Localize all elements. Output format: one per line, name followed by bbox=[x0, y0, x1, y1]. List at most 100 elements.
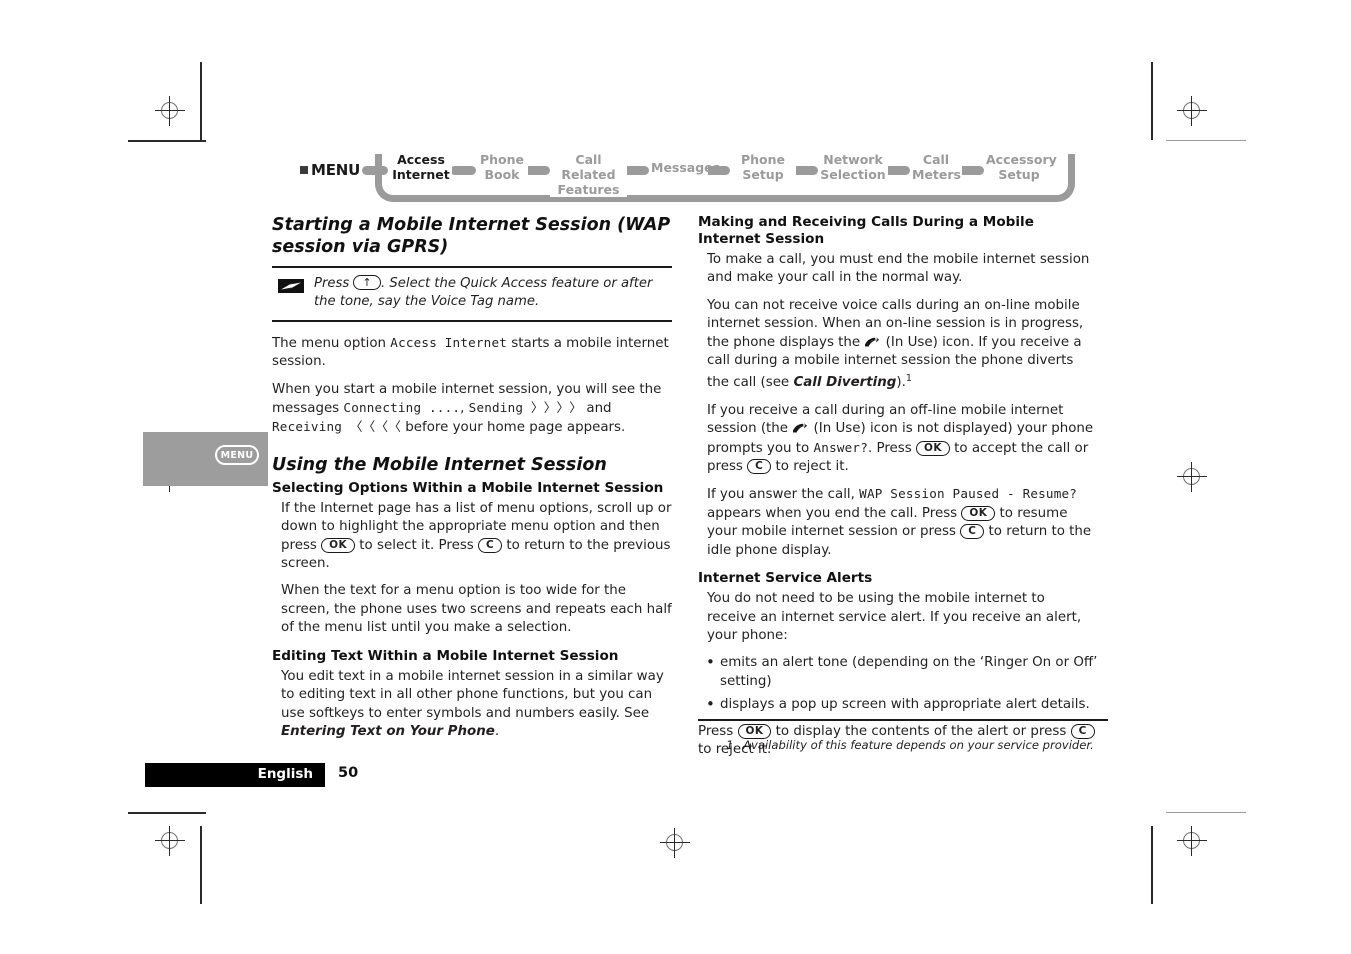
note-text: Press ↑. Select the Quick Access feature… bbox=[314, 275, 672, 312]
alert-behaviour-list: emits an alert tone (depending on the ‘R… bbox=[698, 653, 1098, 714]
screen-text-wap-session-paused: WAP Session Paused - Resume? bbox=[859, 486, 1078, 502]
key-clear[interactable]: C bbox=[960, 524, 985, 540]
right-column: Making and Receiving Calls During a Mobi… bbox=[698, 214, 1098, 768]
menu-crumb-line2: Selection bbox=[820, 167, 886, 182]
key-clear[interactable]: C bbox=[747, 459, 772, 475]
menu-crumb-accessory-setup[interactable]: Accessory Setup bbox=[984, 152, 1057, 182]
crossref-call-diverting: Call Diverting bbox=[793, 375, 897, 391]
footer-language-bar: English bbox=[145, 763, 325, 787]
para-text-b: to select it. Press bbox=[355, 537, 479, 553]
subheading-editing-text: Editing Text Within a Mobile Internet Se… bbox=[272, 647, 619, 664]
heading-starting-session: Starting a Mobile Internet Session (WAP … bbox=[272, 215, 671, 257]
screen-text-connecting: Connecting .... bbox=[343, 400, 461, 416]
menu-crumb-line1: Network bbox=[823, 152, 883, 167]
registration-mark-bottom-center bbox=[660, 828, 690, 858]
crop-line-top-right-horizontal bbox=[1166, 140, 1246, 142]
menu-crumb-line2: Setup bbox=[998, 167, 1040, 182]
crop-line-bottom-right-horizontal bbox=[1166, 812, 1246, 814]
para-online-session: You can not receive voice calls during a… bbox=[707, 297, 1098, 393]
para-text-c: ). bbox=[896, 375, 906, 391]
crop-line-top-right-vertical bbox=[1151, 62, 1153, 140]
side-tab-menu: MENU bbox=[143, 432, 268, 486]
note-box: Press ↑. Select the Quick Access feature… bbox=[272, 266, 672, 322]
menu-crumb-line1: Messages bbox=[651, 160, 721, 175]
key-ok[interactable]: OK bbox=[961, 505, 996, 521]
key-ok[interactable]: OK bbox=[321, 537, 356, 553]
registration-mark-top-left bbox=[155, 96, 185, 126]
footnote-marker: 1 bbox=[905, 373, 912, 385]
registration-mark-top-right bbox=[1177, 96, 1207, 126]
voice-note-icon bbox=[278, 279, 304, 293]
menu-crumb-line1: Access bbox=[397, 152, 445, 167]
menu-crumb-line1: Accessory bbox=[986, 152, 1057, 167]
screen-text-receiving: Receiving 〈〈〈〈 bbox=[272, 419, 401, 435]
key-up-arrow[interactable]: ↑ bbox=[353, 275, 382, 290]
menu-crumb-line2: Meters bbox=[912, 167, 961, 182]
menu-map-breadcrumb: MENU Access Internet Phone Book Call Rel… bbox=[300, 146, 1090, 202]
para-service-alerts-intro: You do not need to be using the mobile i… bbox=[707, 591, 1082, 643]
para-two-screens: When the text for a menu option is too w… bbox=[281, 583, 672, 636]
para-text-d: before your home page appears. bbox=[401, 420, 626, 436]
menu-crumb-line2: Setup bbox=[742, 167, 784, 182]
note-text-a: Press bbox=[314, 276, 354, 291]
footnote-number: 1. bbox=[726, 738, 738, 752]
para-session-messages: When you start a mobile internet session… bbox=[272, 381, 672, 438]
crossref-entering-text: Entering Text on Your Phone bbox=[281, 723, 495, 739]
key-clear[interactable]: C bbox=[1070, 723, 1095, 739]
menu-crumb-phone-book[interactable]: Phone Book bbox=[476, 152, 528, 182]
footer-language-label: English bbox=[257, 766, 313, 782]
para-text-b: . bbox=[494, 723, 500, 739]
para-selecting-options: If the Internet page has a list of menu … bbox=[281, 500, 672, 574]
menu-crumb-call-related-features[interactable]: Call Related Features bbox=[550, 152, 627, 197]
footnote-text: Availability of this feature depends on … bbox=[743, 738, 1094, 752]
menu-crumb-access-internet[interactable]: Access Internet bbox=[390, 152, 452, 182]
para-text-a: The menu option bbox=[272, 335, 391, 351]
crop-line-bottom-right-vertical bbox=[1151, 826, 1153, 904]
para-text-a: If you answer the call, bbox=[707, 487, 860, 503]
menu-crumb-line1: Phone bbox=[479, 152, 525, 167]
para-make-a-call: To make a call, you must end the mobile … bbox=[707, 252, 1090, 286]
menu-crumb-line2: Features bbox=[557, 182, 620, 197]
menu-bullet-icon bbox=[300, 166, 308, 174]
para-wap-session-paused: If you answer the call, WAP Session Paus… bbox=[707, 485, 1098, 560]
menu-map-root-label: MENU bbox=[311, 161, 361, 179]
screen-text-access-internet: Access Internet bbox=[390, 334, 508, 350]
crop-line-top-left-horizontal bbox=[128, 140, 206, 142]
screen-text-answer: Answer? bbox=[813, 439, 868, 455]
key-ok[interactable]: OK bbox=[737, 723, 772, 739]
menu-connector bbox=[450, 166, 476, 175]
key-ok[interactable]: OK bbox=[916, 440, 950, 456]
footnote-rule bbox=[698, 719, 1108, 721]
para-text-b: , bbox=[460, 401, 469, 417]
subheading-making-receiving-calls: Making and Receiving Calls During a Mobi… bbox=[698, 214, 1034, 247]
page-number: 50 bbox=[338, 765, 359, 781]
para-text-b: to display the contents of the alert or … bbox=[771, 723, 1071, 739]
left-column: Starting a Mobile Internet Session (WAP … bbox=[272, 214, 672, 750]
menu-crumb-line2: Book bbox=[484, 167, 520, 182]
menu-crumb-network-selection[interactable]: Network Selection bbox=[818, 152, 888, 182]
para-text-c: . Press bbox=[867, 440, 916, 456]
heading-using-session: Using the Mobile Internet Session bbox=[272, 454, 607, 475]
menu-crumb-line1: Phone bbox=[740, 152, 786, 167]
registration-mark-bottom-left bbox=[155, 826, 185, 856]
in-use-icon bbox=[865, 335, 880, 348]
para-text-a: You edit text in a mobile internet sessi… bbox=[281, 668, 664, 721]
menu-crumb-line1: Call bbox=[922, 152, 950, 167]
key-clear[interactable]: C bbox=[478, 537, 503, 553]
para-text-c: and bbox=[582, 401, 612, 417]
list-item: emits an alert tone (depending on the ‘R… bbox=[698, 653, 1098, 691]
menu-crumb-phone-setup[interactable]: Phone Setup bbox=[730, 152, 796, 182]
para-text-e: to reject it. bbox=[771, 459, 849, 475]
menu-crumb-call-meters[interactable]: Call Meters bbox=[910, 152, 962, 182]
subheading-internet-service-alerts: Internet Service Alerts bbox=[698, 570, 873, 587]
menu-crumb-messages[interactable]: Messages bbox=[649, 160, 721, 175]
in-use-icon bbox=[792, 421, 808, 434]
subheading-selecting-options: Selecting Options Within a Mobile Intern… bbox=[272, 479, 664, 496]
crop-line-bottom-left-horizontal bbox=[128, 812, 206, 814]
screen-text-sending: Sending 〉〉〉〉 bbox=[468, 400, 583, 416]
footnote: 1. Availability of this feature depends o… bbox=[726, 738, 1116, 753]
para-offline-session: If you receive a call during an off-line… bbox=[707, 402, 1098, 477]
para-editing-text: You edit text in a mobile internet sessi… bbox=[281, 668, 672, 742]
menu-crumb-line2: Internet bbox=[392, 167, 450, 182]
crop-line-top-left-vertical bbox=[200, 62, 202, 140]
